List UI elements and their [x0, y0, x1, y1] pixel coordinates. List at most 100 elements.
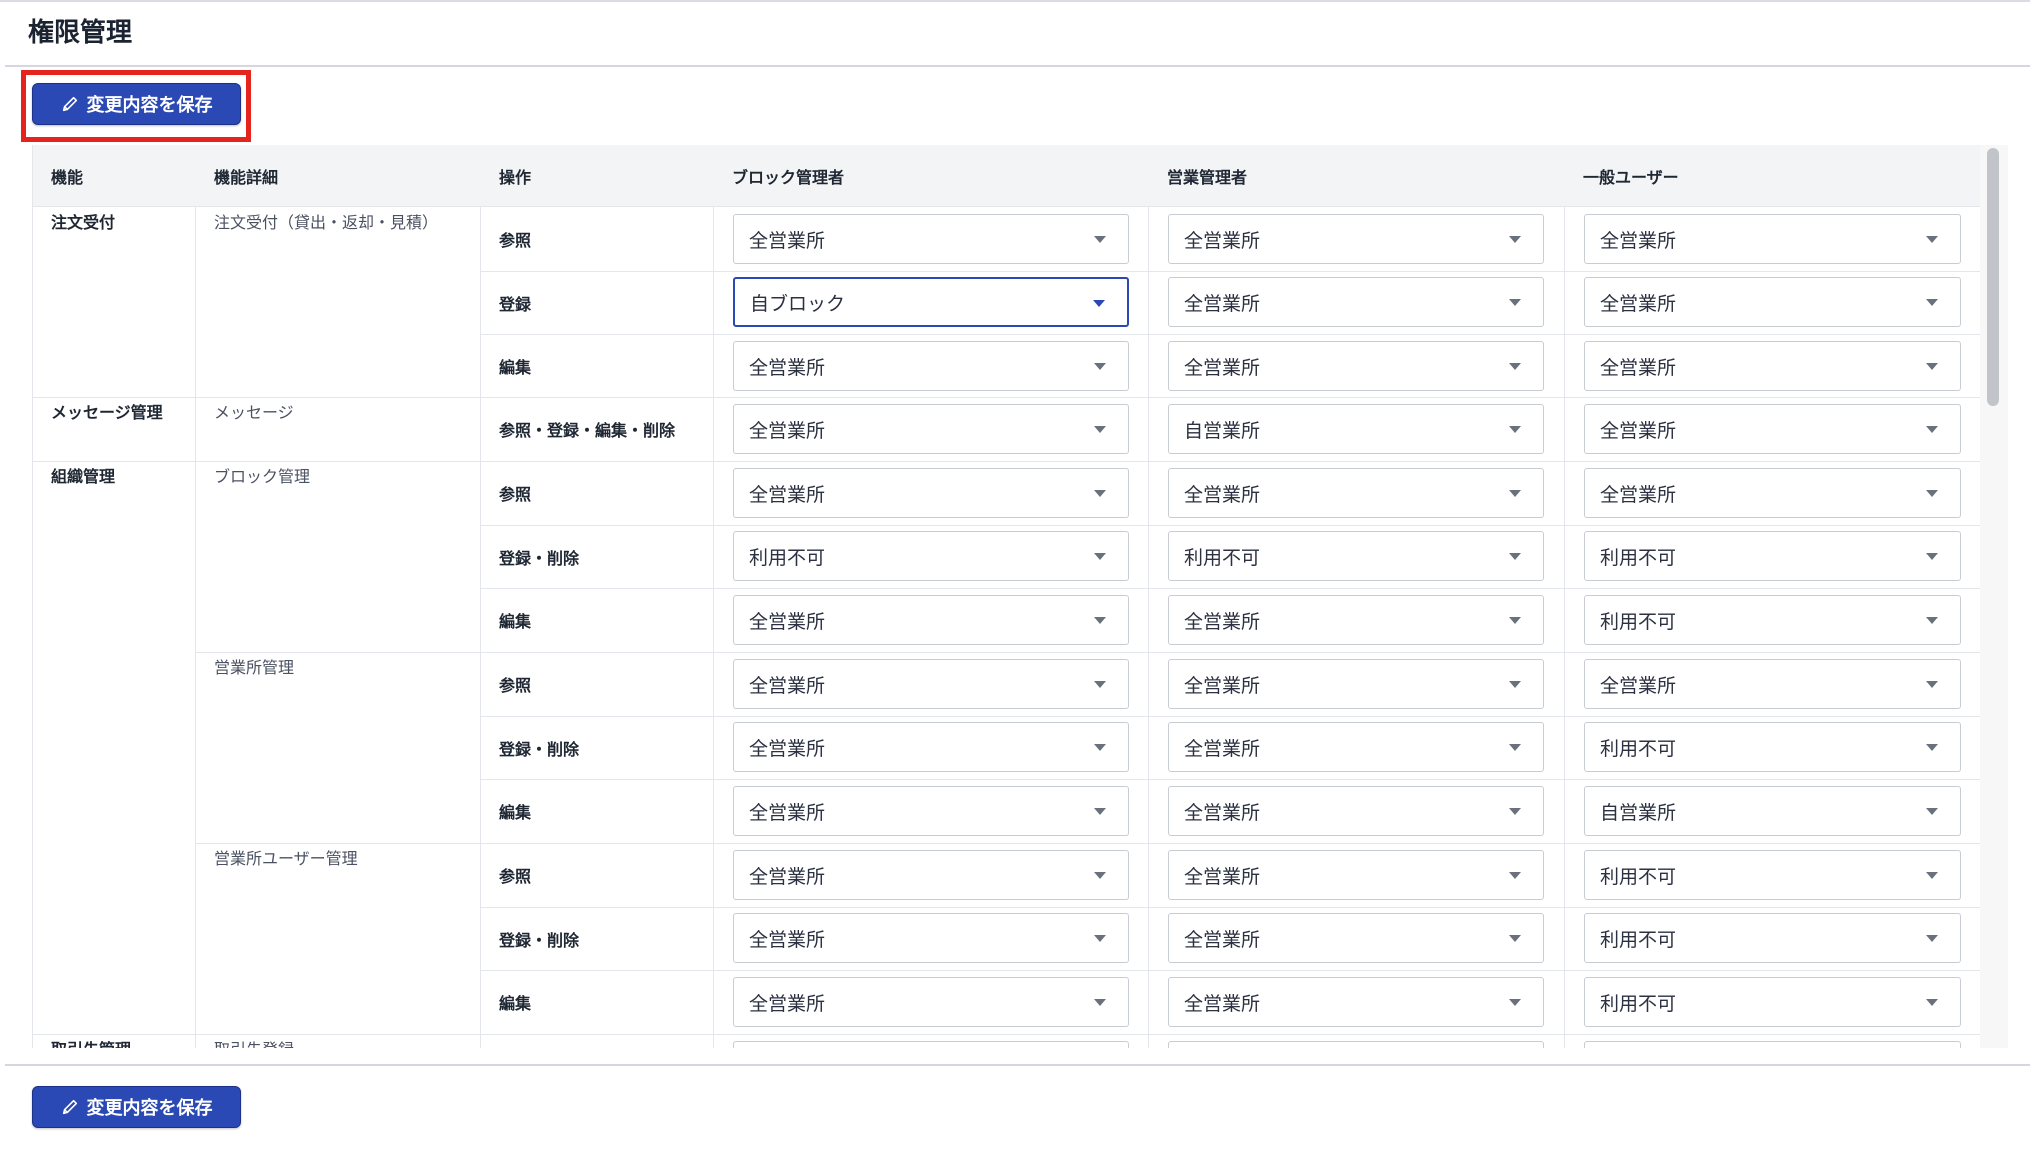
select-value: 全営業所: [749, 356, 826, 379]
save-changes-button-bottom[interactable]: 変更内容を保存: [32, 1086, 241, 1128]
function-label: 注文受付: [51, 213, 116, 232]
office-admin-select[interactable]: 全営業所: [1168, 786, 1544, 836]
office-admin-select[interactable]: 全営業所: [1168, 595, 1544, 645]
chevron-down-icon: [1094, 553, 1106, 560]
block-admin-select[interactable]: 全営業所: [733, 659, 1129, 709]
general-user-select[interactable]: 利用不可: [1584, 595, 1961, 645]
header-role-block-admin: ブロック管理者: [732, 168, 845, 187]
table-scrollbar-thumb[interactable]: [1987, 148, 1999, 406]
select-value: 全営業所: [1184, 483, 1261, 506]
select-value: 全営業所: [1184, 865, 1261, 888]
office-admin-select[interactable]: 全営業所: [1168, 214, 1544, 264]
office-admin-select[interactable]: 全営業所: [1168, 977, 1544, 1027]
block-admin-select[interactable]: 全営業所: [733, 595, 1129, 645]
function-label: 組織管理: [51, 467, 116, 486]
office-admin-select[interactable]: 利用不可: [1168, 531, 1544, 581]
general-user-select[interactable]: 全営業所: [1584, 341, 1961, 391]
office-admin-select[interactable]: 自営業所: [1168, 404, 1544, 454]
chevron-down-icon: [1509, 681, 1521, 688]
select-value: 自営業所: [1600, 801, 1677, 824]
select-value: 利用不可: [1600, 992, 1677, 1015]
select-value: 全営業所: [1184, 610, 1261, 633]
block-admin-select[interactable]: 全営業所: [733, 468, 1129, 518]
select-value: 全営業所: [749, 229, 826, 252]
permission-table: 機能 機能詳細 操作 ブロック管理者 営業管理者 一般ユーザー 注文受付 メッセ…: [32, 145, 1980, 1048]
general-user-select[interactable]: 利用不可: [1584, 850, 1961, 900]
office-admin-select[interactable]: 全営業所: [1168, 722, 1544, 772]
chevron-down-icon: [1509, 236, 1521, 243]
office-admin-select[interactable]: [1168, 1041, 1544, 1048]
block-admin-select[interactable]: 全営業所: [733, 977, 1129, 1027]
select-value: 利用不可: [1600, 737, 1677, 760]
chevron-down-icon: [1094, 490, 1106, 497]
chevron-down-icon: [1094, 363, 1106, 370]
block-admin-select[interactable]: 全営業所: [733, 214, 1129, 264]
general-user-select[interactable]: 全営業所: [1584, 468, 1961, 518]
operation-label: 参照・登録・編集・削除: [499, 421, 676, 440]
operation-label: 参照: [499, 676, 532, 695]
chevron-down-icon: [1094, 681, 1106, 688]
block-admin-select[interactable]: 全営業所: [733, 786, 1129, 836]
row-divider: [480, 970, 1980, 971]
chevron-down-icon: [1094, 935, 1106, 942]
general-user-select[interactable]: 利用不可: [1584, 913, 1961, 963]
select-value: 全営業所: [749, 801, 826, 824]
block-admin-select[interactable]: 全営業所: [733, 913, 1129, 963]
title-divider: [5, 65, 2030, 67]
chevron-down-icon: [1926, 236, 1938, 243]
block-admin-select[interactable]: 全営業所: [733, 850, 1129, 900]
chevron-down-icon: [1509, 744, 1521, 751]
row-divider: [480, 588, 1980, 589]
general-user-select[interactable]: 利用不可: [1584, 531, 1961, 581]
office-admin-select[interactable]: 全営業所: [1168, 468, 1544, 518]
operation-label: 登録: [499, 295, 532, 314]
chevron-down-icon: [1094, 744, 1106, 751]
block-admin-select[interactable]: 全営業所: [733, 722, 1129, 772]
chevron-down-icon: [1509, 553, 1521, 560]
general-user-select[interactable]: 全営業所: [1584, 277, 1961, 327]
chevron-down-icon: [1926, 744, 1938, 751]
page-title: 権限管理: [28, 18, 133, 48]
block-admin-select[interactable]: 自ブロック: [733, 277, 1129, 327]
footer-divider: [5, 1064, 2030, 1066]
chevron-down-icon: [1509, 935, 1521, 942]
operation-label: 編集: [499, 803, 532, 822]
select-value: 全営業所: [1184, 229, 1261, 252]
select-value: 全営業所: [1600, 229, 1677, 252]
select-value: 全営業所: [1600, 292, 1677, 315]
row-divider: [480, 271, 1980, 272]
general-user-select[interactable]: 利用不可: [1584, 977, 1961, 1027]
row-divider: [480, 525, 1980, 526]
select-value: 全営業所: [1184, 356, 1261, 379]
row-divider: [480, 716, 1980, 717]
chevron-down-icon: [1926, 553, 1938, 560]
general-user-select[interactable]: 利用不可: [1584, 722, 1961, 772]
office-admin-select[interactable]: 全営業所: [1168, 913, 1544, 963]
office-admin-select[interactable]: 全営業所: [1168, 659, 1544, 709]
operation-label: 登録・削除: [499, 740, 580, 759]
office-admin-select[interactable]: 全営業所: [1168, 277, 1544, 327]
select-value: 全営業所: [1184, 737, 1261, 760]
save-changes-button-top[interactable]: 変更内容を保存: [32, 83, 241, 125]
column-divider: [195, 207, 196, 1048]
chevron-down-icon: [1509, 299, 1521, 306]
select-value: 利用不可: [749, 546, 826, 569]
general-user-select[interactable]: 全営業所: [1584, 404, 1961, 454]
chevron-down-icon: [1509, 872, 1521, 879]
block-admin-select[interactable]: 利用不可: [733, 531, 1129, 581]
general-user-select[interactable]: 全営業所: [1584, 214, 1961, 264]
office-admin-select[interactable]: 全営業所: [1168, 850, 1544, 900]
select-value: 全営業所: [749, 483, 826, 506]
block-admin-select[interactable]: 全営業所: [733, 341, 1129, 391]
chevron-down-icon: [1509, 426, 1521, 433]
function-detail-label: 営業所管理: [214, 658, 295, 677]
function-detail-label: 取引先登録: [196, 1036, 294, 1048]
general-user-select[interactable]: 全営業所: [1584, 659, 1961, 709]
select-value: 全営業所: [749, 992, 826, 1015]
office-admin-select[interactable]: 全営業所: [1168, 341, 1544, 391]
general-user-select[interactable]: [1584, 1041, 1961, 1048]
block-admin-select[interactable]: 全営業所: [733, 404, 1129, 454]
general-user-select[interactable]: 自営業所: [1584, 786, 1961, 836]
block-admin-select[interactable]: [733, 1041, 1129, 1048]
chevron-down-icon: [1509, 808, 1521, 815]
